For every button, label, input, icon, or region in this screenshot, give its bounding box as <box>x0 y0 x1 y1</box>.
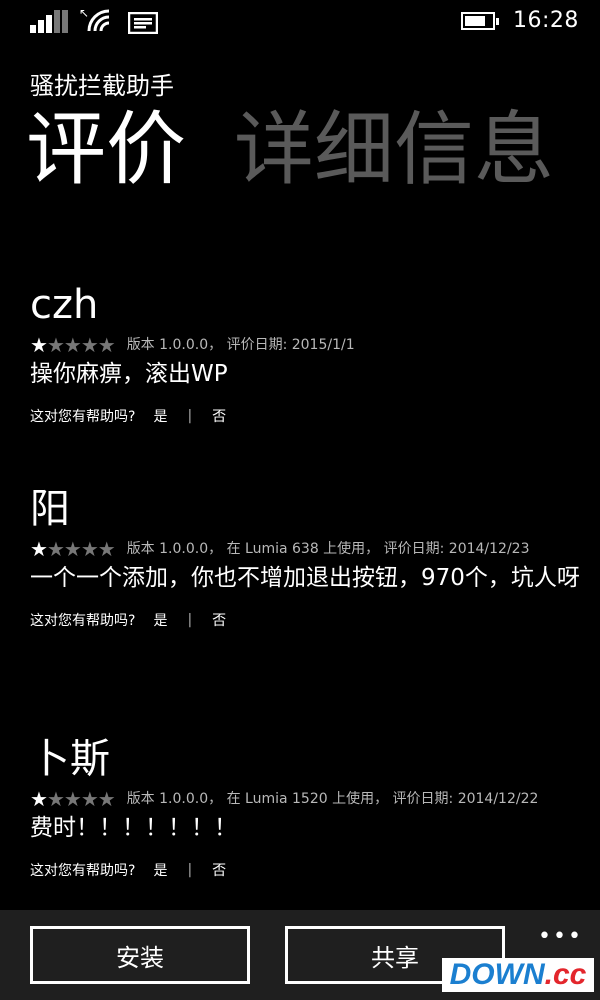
review-body: 操你麻痹，滚出WP <box>30 361 228 387</box>
helpful-row: 这对您有帮助吗? 是 | 否 <box>30 610 580 630</box>
helpful-question: 这对您有帮助吗? <box>30 863 136 879</box>
battery-icon <box>461 12 499 30</box>
star-rating: ★★★★★ <box>30 787 116 811</box>
star-empty-icon: ★ <box>63 537 82 561</box>
tab-details[interactable]: 详细信息 <box>234 100 554 200</box>
watermark-main: DOWN <box>449 958 545 991</box>
star-filled-icon: ★ <box>30 333 48 357</box>
review-meta: 版本 1.0.0.0， 在 Lumia 1520 上使用， 评价日期: 2014… <box>126 791 539 807</box>
helpful-row: 这对您有帮助吗? 是 | 否 <box>30 406 580 426</box>
star-empty-icon: ★ <box>97 333 116 357</box>
review-meta: 版本 1.0.0.0， 评价日期: 2015/1/1 <box>126 337 355 353</box>
star-empty-icon: ★ <box>46 787 65 811</box>
star-empty-icon: ★ <box>63 333 82 357</box>
helpful-no-link[interactable]: 否 <box>212 610 226 630</box>
review-item: czh ★★★★★ 版本 1.0.0.0， 评价日期: 2015/1/1 操你麻… <box>30 282 580 426</box>
star-empty-icon: ★ <box>97 787 116 811</box>
review-item: 卜斯 ★★★★★ 版本 1.0.0.0， 在 Lumia 1520 上使用， 评… <box>30 736 580 880</box>
star-empty-icon: ★ <box>63 787 82 811</box>
watermark-suffix: .cc <box>544 958 587 991</box>
star-rating: ★★★★★ <box>30 537 116 561</box>
star-empty-icon: ★ <box>80 537 99 561</box>
review-author: 阳 <box>30 486 70 532</box>
pivot-header: 评价 详细信息 <box>26 100 600 200</box>
install-button[interactable]: 安装 <box>30 926 250 984</box>
star-rating: ★★★★★ <box>30 333 116 357</box>
helpful-row: 这对您有帮助吗? 是 | 否 <box>30 860 580 880</box>
divider: | <box>187 862 193 878</box>
app-title: 骚扰拦截助手 <box>30 72 174 100</box>
star-empty-icon: ★ <box>80 787 99 811</box>
cellular-signal-icon <box>30 9 68 33</box>
status-bar: ↖ 16:28 <box>0 0 600 44</box>
helpful-no-link[interactable]: 否 <box>212 860 226 880</box>
divider: | <box>187 612 193 628</box>
helpful-yes-link[interactable]: 是 <box>153 610 167 630</box>
review-author: czh <box>30 282 99 328</box>
helpful-question: 这对您有帮助吗? <box>30 409 136 425</box>
star-empty-icon: ★ <box>80 333 99 357</box>
review-author: 卜斯 <box>30 736 110 782</box>
review-body: 一个一个添加，你也不增加退出按钮，970个，坑人呀 <box>30 565 580 591</box>
review-body: 费时！！！！！！！ <box>30 815 237 841</box>
star-empty-icon: ★ <box>97 537 116 561</box>
helpful-no-link[interactable]: 否 <box>212 406 226 426</box>
helpful-yes-link[interactable]: 是 <box>153 860 167 880</box>
wifi-icon <box>87 9 110 32</box>
tab-reviews[interactable]: 评价 <box>26 100 186 200</box>
review-meta: 版本 1.0.0.0， 在 Lumia 638 上使用， 评价日期: 2014/… <box>126 541 530 557</box>
more-options-icon[interactable]: ••• <box>538 924 583 949</box>
helpful-question: 这对您有帮助吗? <box>30 613 136 629</box>
star-filled-icon: ★ <box>30 787 48 811</box>
star-empty-icon: ★ <box>46 333 65 357</box>
divider: | <box>187 408 193 424</box>
star-filled-icon: ★ <box>30 537 48 561</box>
review-item: 阳 ★★★★★ 版本 1.0.0.0， 在 Lumia 638 上使用， 评价日… <box>30 486 580 630</box>
status-time: 16:28 <box>513 8 579 33</box>
message-icon <box>128 12 158 34</box>
star-empty-icon: ★ <box>46 537 65 561</box>
down-cc-watermark-logo: DOWN .cc <box>442 958 594 992</box>
helpful-yes-link[interactable]: 是 <box>153 406 167 426</box>
